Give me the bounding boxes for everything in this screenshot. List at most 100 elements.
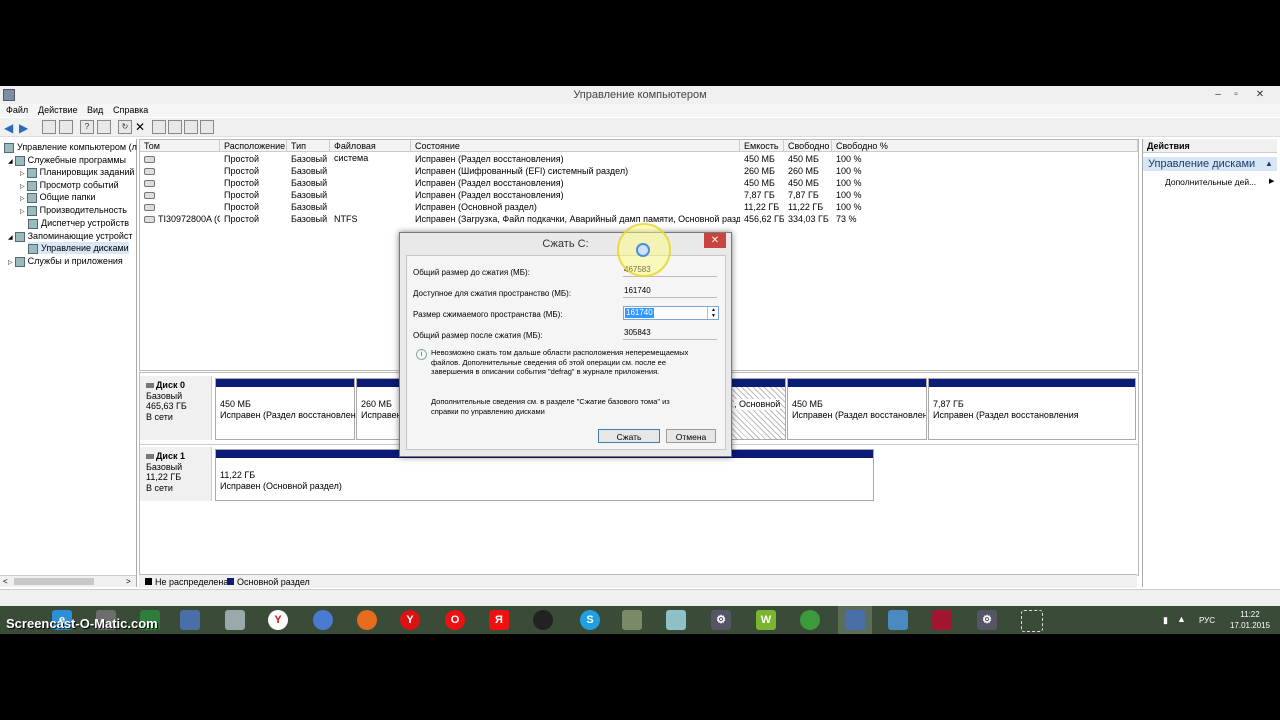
maximize-button[interactable]: ▫ (1226, 88, 1246, 102)
network-status-icon[interactable]: ▲ (1177, 614, 1186, 624)
collapse-icon[interactable]: ▷ (20, 171, 25, 177)
table-row[interactable]: Простой Базовый Исправен (Раздел восстан… (140, 177, 1138, 189)
yandex-search-icon[interactable]: Я (489, 610, 509, 630)
settings-icon[interactable]: ⚙ (711, 610, 731, 630)
scroll-left-icon[interactable]: < (3, 577, 8, 586)
tree-item-services[interactable]: ▷ Службы и приложения (8, 255, 123, 267)
tree-item-device-manager[interactable]: Диспетчер устройств (28, 217, 129, 229)
collapse-icon[interactable]: ▷ (20, 196, 25, 202)
collapse-up-icon[interactable]: ▲ (1265, 157, 1273, 171)
expand-icon[interactable]: ◢ (8, 235, 13, 241)
info-text: Невозможно сжать том дальше области расп… (431, 348, 689, 376)
tree-item-disk-management[interactable]: Управление дисками (28, 242, 129, 254)
tree-scrollbar[interactable]: < > (0, 575, 136, 587)
network-icon[interactable] (800, 610, 820, 630)
tree-item-event-viewer[interactable]: ▷ Просмотр событий (20, 179, 119, 191)
column-header-type[interactable]: Тип (287, 140, 330, 152)
table-row[interactable]: Простой Базовый Исправен (Шифрованный (E… (140, 165, 1138, 177)
disk-icon[interactable] (200, 120, 214, 134)
opera-icon[interactable]: O (445, 610, 465, 630)
computer-icon[interactable] (180, 610, 200, 630)
menu-action[interactable]: Действие (38, 105, 78, 115)
open-icon[interactable] (168, 120, 182, 134)
clock[interactable]: 11:22 17.01.2015 (1228, 609, 1272, 631)
more-actions-item[interactable]: Дополнительные дей... ▶ (1165, 177, 1275, 187)
remote-desktop-icon[interactable] (888, 610, 908, 630)
forward-arrow-icon[interactable]: ▶ (19, 121, 28, 135)
delete-icon[interactable]: ✕ (135, 120, 145, 134)
media-icon[interactable] (533, 610, 553, 630)
shrink-amount-input[interactable]: 161740 ▲ ▼ (623, 306, 719, 320)
properties-icon[interactable] (97, 120, 111, 134)
partition-recovery-1[interactable]: 450 МБ Исправен (Раздел восстановлени (215, 378, 361, 440)
partition-c-drive[interactable]: , Основной (731, 378, 786, 440)
partition-recovery-2[interactable]: 450 МБ Исправен (Раздел восстановлени (787, 378, 927, 440)
show-tree-icon[interactable] (59, 120, 73, 134)
gear-icon[interactable]: ⚙ (977, 610, 997, 630)
scroll-thumb[interactable] (14, 578, 94, 585)
column-header-volume[interactable]: Том (140, 140, 220, 152)
help-icon[interactable]: ? (80, 120, 94, 134)
shrink-dialog: Сжать C: ✕ Общий размер до сжатия (МБ): … (399, 232, 732, 457)
spin-down-icon[interactable]: ▼ (708, 313, 719, 319)
actions-section-disk-management[interactable]: Управление дисками ▲ (1143, 157, 1277, 171)
tree-item-task-scheduler[interactable]: ▷ Планировщик заданий (20, 166, 134, 178)
globe-browser-icon[interactable] (313, 610, 333, 630)
disk-1-label[interactable]: Диск 1 Базовый 11,22 ГБ В сети (140, 447, 212, 501)
search-icon[interactable] (184, 120, 198, 134)
menu-view[interactable]: Вид (87, 105, 103, 115)
column-header-layout[interactable]: Расположение (220, 140, 287, 152)
close-window-button[interactable]: ✕ (1250, 88, 1270, 102)
collapse-icon[interactable]: ▷ (20, 209, 25, 215)
winrar-icon[interactable]: W (756, 610, 776, 630)
cancel-button[interactable]: Отмена (666, 429, 716, 443)
presentation-icon[interactable] (932, 610, 952, 630)
column-header-free[interactable]: Свободно (784, 140, 832, 152)
back-arrow-icon[interactable]: ◀ (4, 121, 13, 135)
menu-file[interactable]: Файл (6, 105, 28, 115)
dialog-body: Общий размер до сжатия (МБ): 467583 Дост… (406, 255, 726, 450)
partition-bar (788, 379, 926, 387)
skype-icon[interactable]: S (580, 610, 600, 630)
menu-help[interactable]: Справка (113, 105, 148, 115)
partition-efi[interactable]: 260 МБИсправен ( (356, 378, 401, 440)
column-header-status[interactable]: Состояние (411, 140, 740, 152)
column-header-free-percent[interactable]: Свободно % (832, 140, 1138, 152)
language-indicator[interactable]: РУС (1199, 616, 1215, 625)
partition-recovery-3[interactable]: 7,87 ГБ Исправен (Раздел восстановления (928, 378, 1136, 440)
spinner[interactable]: ▲ ▼ (707, 307, 719, 319)
calculator-icon[interactable] (225, 610, 245, 630)
scroll-right-icon[interactable]: > (126, 577, 131, 586)
tree-item-performance[interactable]: ▷ Производительность (20, 204, 127, 216)
tree-item-system-tools[interactable]: ◢ Служебные программы (8, 154, 126, 166)
column-header-filesystem[interactable]: Файловая система (330, 140, 411, 163)
table-row[interactable]: Простой Базовый Исправен (Основной разде… (140, 201, 1138, 213)
tree-item-shared-folders[interactable]: ▷ Общие папки (20, 191, 95, 203)
firefox-icon[interactable] (357, 610, 377, 630)
battery-icon[interactable]: ▮ (1163, 615, 1168, 626)
tree-item-computer-management[interactable]: Управление компьютером (л (4, 141, 137, 153)
column-header-capacity[interactable]: Емкость (740, 140, 784, 152)
table-row[interactable]: Простой Базовый Исправен (Раздел восстан… (140, 153, 1138, 165)
shrink-amount-label: Размер сжимаемого пространства (МБ): (413, 310, 563, 319)
notepad-icon[interactable] (666, 610, 686, 630)
collapse-icon[interactable]: ▷ (20, 184, 25, 190)
up-folder-icon[interactable] (42, 120, 56, 134)
connect-icon[interactable] (152, 120, 166, 134)
disk-0-label[interactable]: Диск 0 Базовый 465,63 ГБ В сети (140, 376, 212, 440)
computer-management-icon[interactable] (845, 610, 865, 630)
minimize-button[interactable]: – (1208, 88, 1228, 102)
yandex-icon[interactable]: Y (268, 610, 288, 630)
snipping-tool-icon[interactable] (1021, 610, 1043, 632)
tree-item-storage[interactable]: ◢ Запоминающие устройст (8, 230, 133, 242)
computer-icon (4, 142, 14, 153)
yandex-browser-2-icon[interactable]: Y (400, 610, 420, 630)
shrink-button[interactable]: Сжать (598, 429, 660, 443)
refresh-icon[interactable]: ↻ (118, 120, 132, 134)
expand-icon[interactable]: ◢ (8, 159, 13, 165)
dialog-close-button[interactable]: ✕ (704, 233, 726, 248)
menu-bar: Файл Действие Вид Справка (0, 104, 1280, 117)
paint-icon[interactable] (622, 610, 642, 630)
collapse-icon[interactable]: ▷ (8, 260, 13, 266)
table-row[interactable]: Простой Базовый Исправен (Раздел восстан… (140, 189, 1138, 201)
